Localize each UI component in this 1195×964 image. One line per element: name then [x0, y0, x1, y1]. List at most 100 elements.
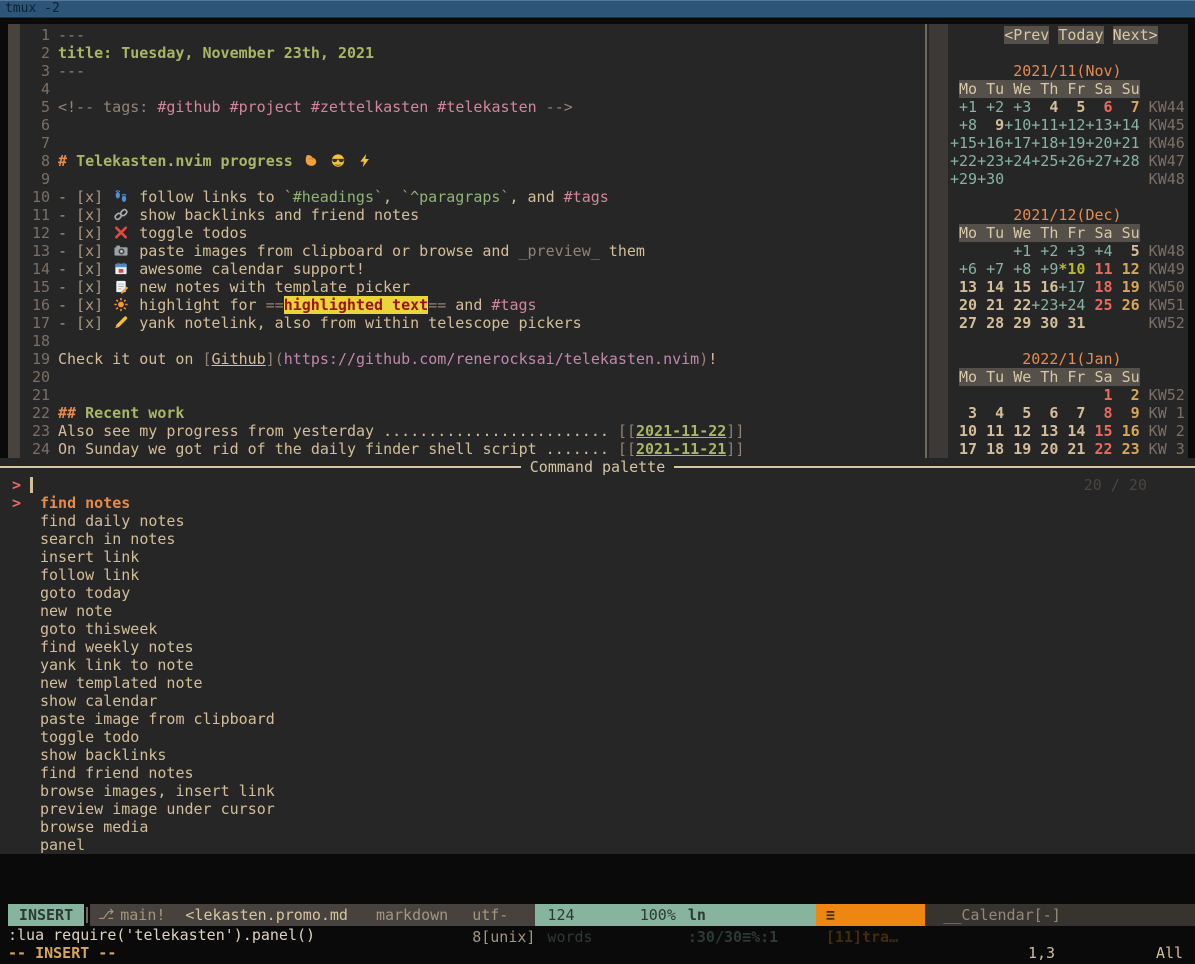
calendar-day-sunday[interactable]: 12	[1113, 260, 1140, 278]
calendar-day[interactable]: +10	[1004, 116, 1031, 134]
palette-item[interactable]: paste image from clipboard	[0, 710, 1195, 728]
editor-line[interactable]: 6	[20, 116, 923, 134]
editor-line[interactable]: 15- [x] new notes with template picker	[20, 278, 923, 296]
calendar-day[interactable]: 9	[977, 116, 1004, 134]
git-branch-label[interactable]: main!	[120, 904, 165, 926]
calendar-day[interactable]: +11	[1031, 116, 1058, 134]
calendar-day-sunday[interactable]: 23	[1113, 440, 1140, 458]
calendar-day[interactable]: +1	[1004, 242, 1031, 260]
calendar-day[interactable]: +22	[950, 152, 977, 170]
calendar-day[interactable]: 4	[1031, 98, 1058, 116]
calendar-day[interactable]: +23	[977, 152, 1004, 170]
calendar-day-saturday[interactable]: 8	[1085, 404, 1112, 422]
editor-line[interactable]: 17- [x] yank notelink, also from within …	[20, 314, 923, 332]
calendar-day[interactable]: +21	[1113, 134, 1140, 152]
palette-selected-item[interactable]: > find notes	[0, 494, 1195, 512]
calendar-day[interactable]: 5	[1113, 242, 1140, 260]
palette-item[interactable]: toggle todo	[0, 728, 1195, 746]
palette-prompt-row[interactable]: > 20 / 20	[0, 476, 1195, 494]
calendar-day-saturday[interactable]: 6	[1085, 98, 1112, 116]
calendar-day[interactable]: +20	[1085, 134, 1112, 152]
calendar-nav-button[interactable]: Next>	[1113, 26, 1158, 44]
calendar-day[interactable]: 3	[950, 404, 977, 422]
editor-buffer[interactable]: 1---2title: Tuesday, November 23th, 2021…	[20, 26, 923, 458]
calendar-day[interactable]: +18	[1031, 134, 1058, 152]
calendar-day-saturday[interactable]: 18	[1085, 278, 1112, 296]
calendar-day[interactable]: 29	[1004, 314, 1031, 332]
palette-item[interactable]: find daily notes	[0, 512, 1195, 530]
palette-item[interactable]: browse images, insert link	[0, 782, 1195, 800]
editor-line[interactable]: 19Check it out on [Github](https://githu…	[20, 350, 923, 368]
calendar-day[interactable]: +17	[1058, 278, 1085, 296]
editor-line[interactable]: 23Also see my progress from yesterday ..…	[20, 422, 923, 440]
editor-line[interactable]: 24On Sunday we got rid of the daily find…	[20, 440, 923, 458]
calendar-day[interactable]: 12	[1004, 422, 1031, 440]
editor-line[interactable]: 5<!-- tags: #github #project #zettelkast…	[20, 98, 923, 116]
editor-line[interactable]: 20	[20, 368, 923, 386]
calendar-day[interactable]: 5	[1058, 98, 1085, 116]
calendar-day[interactable]: +24	[1004, 152, 1031, 170]
calendar-day[interactable]: 14	[1058, 422, 1085, 440]
window-split-separator[interactable]	[925, 24, 927, 458]
editor-line[interactable]: 18	[20, 332, 923, 350]
calendar-day[interactable]: 20	[1031, 440, 1058, 458]
editor-line[interactable]: 3---	[20, 62, 923, 80]
calendar-day[interactable]: +1	[950, 98, 977, 116]
editor-line[interactable]: 4	[20, 80, 923, 98]
calendar-day[interactable]: +6	[950, 260, 977, 278]
editor-scrollbar[interactable]	[8, 24, 20, 458]
editor-line[interactable]: 21	[20, 386, 923, 404]
calendar-day-sunday[interactable]: 2	[1113, 386, 1140, 404]
palette-item[interactable]: goto thisweek	[0, 620, 1195, 638]
calendar-day[interactable]: +15	[950, 134, 977, 152]
vim-command-line[interactable]: :lua require('telekasten').panel()	[0, 926, 1195, 944]
calendar-day[interactable]: +8	[1004, 260, 1031, 278]
palette-item[interactable]: new templated note	[0, 674, 1195, 692]
calendar-day[interactable]: 20	[950, 296, 977, 314]
palette-item[interactable]: preview image under cursor	[0, 800, 1195, 818]
palette-item[interactable]: show backlinks	[0, 746, 1195, 764]
calendar-day[interactable]: 18	[977, 440, 1004, 458]
palette-item[interactable]: new note	[0, 602, 1195, 620]
palette-item[interactable]: find weekly notes	[0, 638, 1195, 656]
calendar-day-sunday[interactable]: 26	[1113, 296, 1140, 314]
editor-line[interactable]: 11- [x] show backlinks and friend notes	[20, 206, 923, 224]
calendar-day[interactable]: +2	[977, 98, 1004, 116]
palette-item[interactable]: follow link	[0, 566, 1195, 584]
tab-indicator[interactable]: ≡ [11]tra…	[816, 904, 925, 926]
calendar-day[interactable]: +2	[1031, 242, 1058, 260]
calendar-day[interactable]: +9	[1031, 260, 1058, 278]
calendar-day[interactable]: 5	[1004, 404, 1031, 422]
calendar-day-special[interactable]: *10	[1058, 260, 1085, 278]
calendar-day[interactable]: +19	[1058, 134, 1085, 152]
calendar-day[interactable]: 30	[1031, 314, 1058, 332]
calendar-day[interactable]: +23	[1031, 296, 1058, 314]
calendar-day-sunday[interactable]: 9	[1113, 404, 1140, 422]
calendar-day[interactable]: +7	[977, 260, 1004, 278]
calendar-day-saturday[interactable]: 11	[1085, 260, 1112, 278]
calendar-scrollbar[interactable]	[929, 24, 948, 458]
calendar-day[interactable]: 7	[1058, 404, 1085, 422]
calendar-day[interactable]: 15	[1004, 278, 1031, 296]
calendar-day[interactable]: +13	[1085, 116, 1112, 134]
calendar-day[interactable]: 19	[1004, 440, 1031, 458]
calendar-day[interactable]: +3	[1004, 98, 1031, 116]
calendar-day[interactable]: 10	[950, 422, 977, 440]
calendar-day[interactable]: 11	[977, 422, 1004, 440]
calendar-day-saturday[interactable]: 22	[1085, 440, 1112, 458]
calendar-day-saturday[interactable]: 1	[1085, 386, 1112, 404]
editor-line[interactable]: 22## Recent work	[20, 404, 923, 422]
calendar-day[interactable]: +26	[1058, 152, 1085, 170]
editor-line[interactable]: 7	[20, 134, 923, 152]
palette-item[interactable]: search in notes	[0, 530, 1195, 548]
calendar-day[interactable]: 28	[977, 314, 1004, 332]
editor-line[interactable]: 14- [x] awesome calendar support!	[20, 260, 923, 278]
palette-item[interactable]: panel	[0, 836, 1195, 854]
palette-item[interactable]: yank link to note	[0, 656, 1195, 674]
calendar-window-label[interactable]: __Calendar[-]	[925, 904, 1195, 926]
calendar-day[interactable]: 21	[977, 296, 1004, 314]
palette-item[interactable]: find friend notes	[0, 764, 1195, 782]
calendar-day[interactable]: +14	[1113, 116, 1140, 134]
calendar-day[interactable]: +17	[1004, 134, 1031, 152]
calendar-day[interactable]: +12	[1058, 116, 1085, 134]
